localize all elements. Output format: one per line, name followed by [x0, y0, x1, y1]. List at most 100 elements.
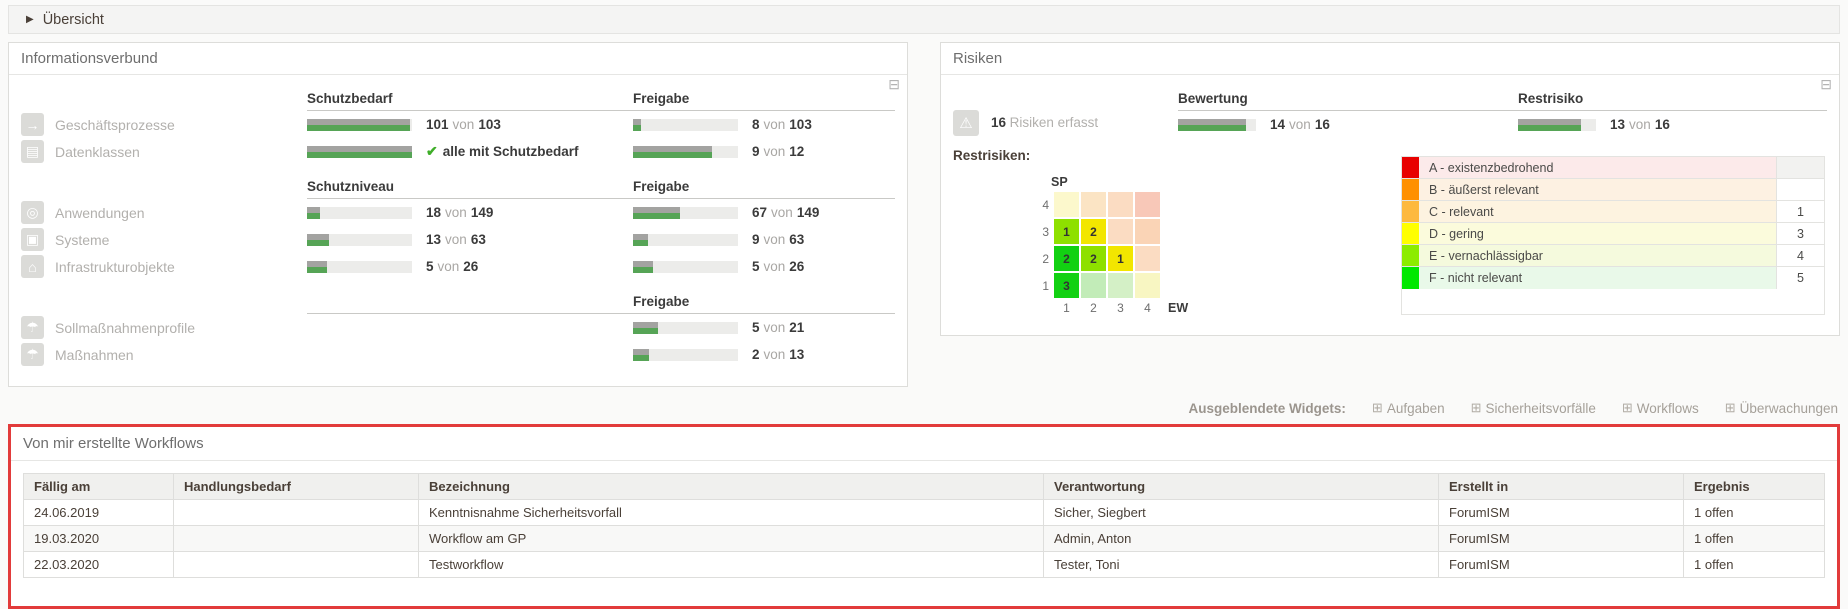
- matrix-cell[interactable]: [1081, 273, 1106, 298]
- risiken-panel: Risiken ⊟ ⚠ 16 Risiken erfasst Bewertung…: [940, 42, 1840, 336]
- spacer: [21, 81, 307, 108]
- risk-matrix: SP 4 3 1 2: [1033, 175, 1188, 315]
- monitor-icon: ▣: [21, 228, 44, 251]
- table-row[interactable]: 19.03.2020 Workflow am GP Admin, Anton F…: [24, 526, 1825, 552]
- legend-swatch: [1402, 179, 1419, 200]
- risk-summary[interactable]: ⚠ 16 Risiken erfasst: [953, 81, 1178, 138]
- legend-label: F - nicht relevant: [1419, 267, 1776, 289]
- progress-bar: [307, 119, 412, 131]
- progress-bar: [633, 349, 738, 361]
- schutzniveau-value: 5von26: [307, 253, 633, 280]
- matrix-cell[interactable]: 2: [1081, 219, 1106, 244]
- minimize-panel-icon[interactable]: ⊟: [888, 77, 900, 91]
- show-widget-sicherheitsvorfaelle[interactable]: ⊞ Sicherheitsvorfälle: [1471, 400, 1596, 416]
- table-row[interactable]: 24.06.2019 Kenntnisnahme Sicherheitsvorf…: [24, 500, 1825, 526]
- matrix-cell[interactable]: [1108, 273, 1133, 298]
- risiken-panel-title: Risiken: [941, 43, 1839, 75]
- sp-axis-label: SP: [1051, 175, 1188, 189]
- progress-bar: [633, 207, 738, 219]
- cell-name: Testworkflow: [419, 552, 1044, 578]
- my-workflows-widget: Von mir erstellte Workflows Fällig am Ha…: [8, 424, 1840, 609]
- col-header-bezeichnung[interactable]: Bezeichnung: [419, 474, 1044, 500]
- matrix-cell[interactable]: [1135, 246, 1160, 271]
- cell-need: [174, 552, 419, 578]
- legend-row-c: C - relevant 1: [1402, 201, 1824, 223]
- col-header-handlungsbedarf[interactable]: Handlungsbedarf: [174, 474, 419, 500]
- row-geschaeftsprozesse[interactable]: → Geschäftsprozesse: [21, 111, 307, 138]
- informationsverbund-panel: Informationsverbund ⊟ Schutzbedarf Freig…: [8, 42, 908, 387]
- row-label: Datenklassen: [55, 144, 140, 160]
- progress-bar: [1178, 119, 1256, 131]
- matrix-cell[interactable]: [1054, 192, 1079, 217]
- legend-label: C - relevant: [1419, 201, 1776, 222]
- cell-created-in-link[interactable]: ForumISM: [1439, 552, 1684, 578]
- show-widget-workflows[interactable]: ⊞ Workflows: [1622, 400, 1699, 416]
- legend-count: [1776, 179, 1824, 200]
- freigabe-value: 5von26: [633, 253, 895, 280]
- col-axis-tick: 2: [1081, 301, 1106, 315]
- cell-created-in-link[interactable]: ForumISM: [1439, 526, 1684, 552]
- matrix-cell[interactable]: 2: [1054, 246, 1079, 271]
- row-anwendungen[interactable]: ◎ Anwendungen: [21, 199, 307, 226]
- spacer: [307, 314, 633, 341]
- freigabe-value: 2von13: [633, 341, 895, 368]
- matrix-cell[interactable]: 2: [1081, 246, 1106, 271]
- legend-swatch: [1402, 201, 1419, 222]
- umbrella-arrow-icon: ☂: [21, 343, 44, 366]
- matrix-cell[interactable]: [1081, 192, 1106, 217]
- cell-created-in-link[interactable]: ForumISM: [1439, 500, 1684, 526]
- matrix-cell[interactable]: [1135, 273, 1160, 298]
- matrix-cell[interactable]: [1135, 192, 1160, 217]
- matrix-cell[interactable]: [1135, 219, 1160, 244]
- expand-arrow-icon: ▶: [26, 14, 34, 25]
- expand-plus-icon: ⊞: [1725, 400, 1736, 416]
- matrix-cell[interactable]: [1108, 192, 1133, 217]
- show-widget-aufgaben[interactable]: ⊞ Aufgaben: [1372, 400, 1445, 416]
- row-sollmassnahmenprofile[interactable]: ☂ Sollmaßnahmenprofile: [21, 314, 307, 341]
- row-systeme[interactable]: ▣ Systeme: [21, 226, 307, 253]
- cell-responsible: Admin, Anton: [1044, 526, 1439, 552]
- col-header-erstellt-in[interactable]: Erstellt in: [1439, 474, 1684, 500]
- col-header-faellig-am[interactable]: Fällig am: [24, 474, 174, 500]
- col-header-ergebnis[interactable]: Ergebnis: [1684, 474, 1825, 500]
- progress-bar: [1518, 119, 1596, 131]
- factory-icon: ⌂: [21, 255, 44, 278]
- application-icon: ◎: [21, 201, 44, 224]
- col-axis-tick: 1: [1054, 301, 1079, 315]
- workflows-table: Fällig am Handlungsbedarf Bezeichnung Ve…: [23, 473, 1825, 578]
- row-massnahmen[interactable]: ☂ Maßnahmen: [21, 341, 307, 368]
- matrix-cell[interactable]: 1: [1108, 246, 1133, 271]
- cell-due: 22.03.2020: [24, 552, 174, 578]
- legend-swatch: [1402, 267, 1419, 289]
- cell-due: 24.06.2019: [24, 500, 174, 526]
- cell-name: Kenntnisnahme Sicherheitsvorfall: [419, 500, 1044, 526]
- legend-row-d: D - gering 3: [1402, 223, 1824, 245]
- legend-row-a: A - existenzbedrohend: [1402, 157, 1824, 179]
- matrix-cell[interactable]: 1: [1054, 219, 1079, 244]
- row-label: Maßnahmen: [55, 347, 134, 363]
- show-widget-ueberwachungen[interactable]: ⊞ Überwachungen: [1725, 400, 1838, 416]
- divider: [307, 280, 633, 314]
- minimize-panel-icon[interactable]: ⊟: [1820, 77, 1832, 91]
- informationsverbund-grid: Schutzbedarf Freigabe → Geschäftsprozess…: [9, 75, 907, 386]
- row-label: Anwendungen: [55, 205, 145, 221]
- legend-row-f: F - nicht relevant 5: [1402, 267, 1824, 289]
- col-header-verantwortung[interactable]: Verantwortung: [1044, 474, 1439, 500]
- column-header-freigabe-3: Freigabe: [633, 280, 895, 314]
- table-row[interactable]: 22.03.2020 Testworkflow Tester, Toni For…: [24, 552, 1825, 578]
- row-infrastrukturobjekte[interactable]: ⌂ Infrastrukturobjekte: [21, 253, 307, 280]
- expand-plus-icon: ⊞: [1372, 400, 1383, 416]
- legend-label: E - vernachlässigbar: [1419, 245, 1776, 266]
- matrix-cell[interactable]: 3: [1054, 273, 1079, 298]
- freigabe-value: 9von12: [633, 138, 895, 165]
- overview-accordion-bar[interactable]: ▶ Übersicht: [8, 5, 1840, 34]
- cell-responsible: Tester, Toni: [1044, 552, 1439, 578]
- progress-bar: [633, 261, 738, 273]
- matrix-cell[interactable]: [1108, 219, 1133, 244]
- row-datenklassen[interactable]: ▤ Datenklassen: [21, 138, 307, 165]
- ew-axis-label: EW: [1168, 301, 1188, 315]
- risk-warning-icon: ⚠: [953, 110, 979, 136]
- overview-title: Übersicht: [43, 12, 104, 28]
- legend-swatch: [1402, 245, 1419, 266]
- cell-responsible: Sicher, Siegbert: [1044, 500, 1439, 526]
